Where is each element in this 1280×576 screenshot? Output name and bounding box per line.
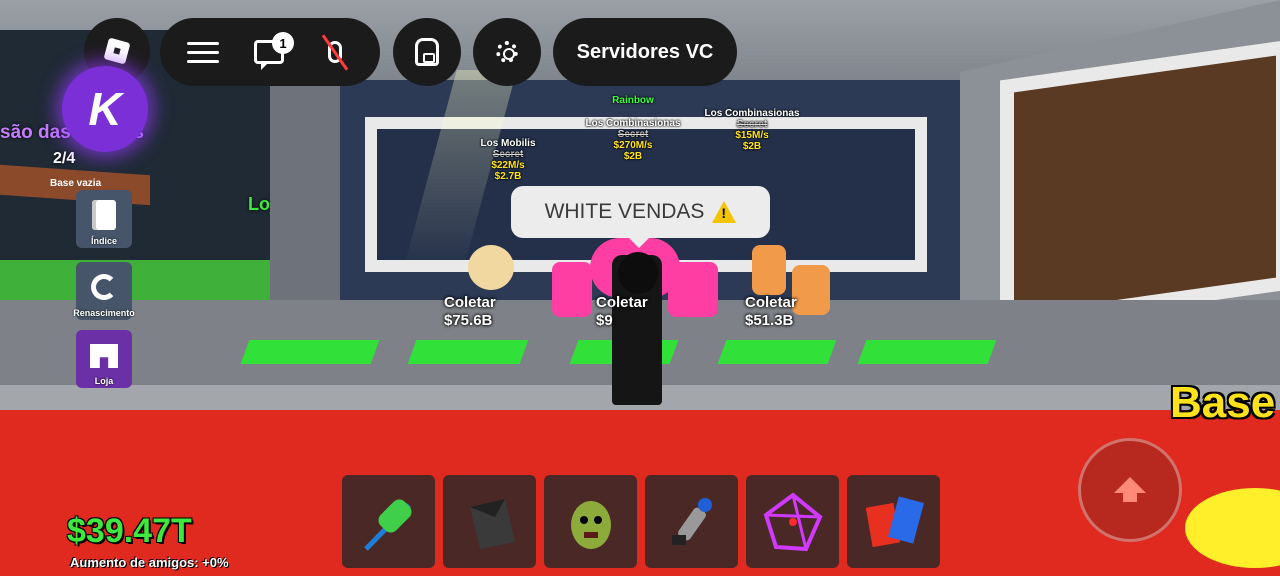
mic-slash [321,33,349,71]
hotbar-slot-3[interactable] [544,475,637,568]
indice-label: Índice [90,236,117,246]
brainrot-character[interactable] [668,262,718,317]
backpack-button[interactable] [393,18,461,86]
collect-label: Coletar $75.6B [444,294,496,329]
hotbar-slot-2[interactable] [443,475,536,568]
brainrot-character[interactable] [792,265,830,315]
book-icon [92,200,116,230]
green-bone-staff-icon [363,499,411,551]
rebirth-button[interactable]: Renascimento [73,262,135,320]
player-head [618,252,658,294]
hotbar-slot-5[interactable] [746,475,839,568]
collect-pad[interactable] [857,340,997,364]
brainrot-label: Los Combinasionas Secret $15M/s $2B [704,108,800,152]
red-blue-hammer-icon [865,495,924,547]
brainrot-character[interactable] [552,262,592,317]
collect-pad[interactable] [407,340,529,364]
player-chat-bubble: WHITE VENDAS [511,186,770,248]
warning-icon [712,201,737,223]
top-menu-pill: 1 [160,18,380,86]
indice-button[interactable]: Índice [76,190,132,248]
backpack-icon [415,38,439,66]
collect-pad[interactable] [240,340,380,364]
grapple-gun-icon [671,497,712,545]
notice-text: WHITE VENDAS [544,200,705,223]
settings-button[interactable] [473,18,541,86]
shop-icon [90,344,118,368]
collect-label: Coletar $9 [596,294,648,329]
roblox-logo-icon [103,37,131,65]
hotbar-slot-1[interactable] [342,475,435,568]
brainrot-character[interactable] [752,245,786,295]
collect-label: Coletar $51.3B [745,294,797,329]
brainrot-character[interactable] [468,245,514,290]
rebirth-label: Renascimento [73,308,135,318]
jump-button[interactable] [1078,438,1182,542]
hamburger-icon [187,36,219,69]
hamburger-menu-button[interactable] [170,19,236,85]
chat-button[interactable]: 1 [236,19,302,85]
shop-label: Loja [94,376,114,386]
base-count: 2/4 [53,150,76,167]
hotbar-slot-6[interactable] [847,475,940,568]
mic-button[interactable] [302,19,368,85]
shop-button[interactable]: Loja [76,330,132,388]
gear-icon [496,41,518,63]
black-cloak-icon [469,498,515,549]
chat-badge: 1 [272,32,294,54]
up-arrow-icon [1114,477,1146,502]
zombie-mask-icon [570,500,611,549]
base-sign-text-large: Base [1170,378,1276,427]
hotbar-slot-4[interactable] [645,475,738,568]
servers-vc-button[interactable]: Servidores VC [553,18,737,86]
base-sign-text: Base vazia [50,178,102,189]
money-display: $39.47T [67,512,192,550]
pillar [270,85,340,310]
purple-cage-icon [763,491,822,551]
brainrot-label: Rainbow Los Combinasionas Secret $270M/s… [585,95,681,162]
brainrot-label: Los Mobilis Secret $22M/s $2.7B [480,138,536,182]
refresh-icon [91,274,117,300]
friends-boost-text: Aumento de amigos: +0% [70,555,229,570]
k-badge-icon[interactable]: K [62,66,148,152]
right-window [1000,39,1280,331]
collect-pad[interactable] [717,340,837,364]
